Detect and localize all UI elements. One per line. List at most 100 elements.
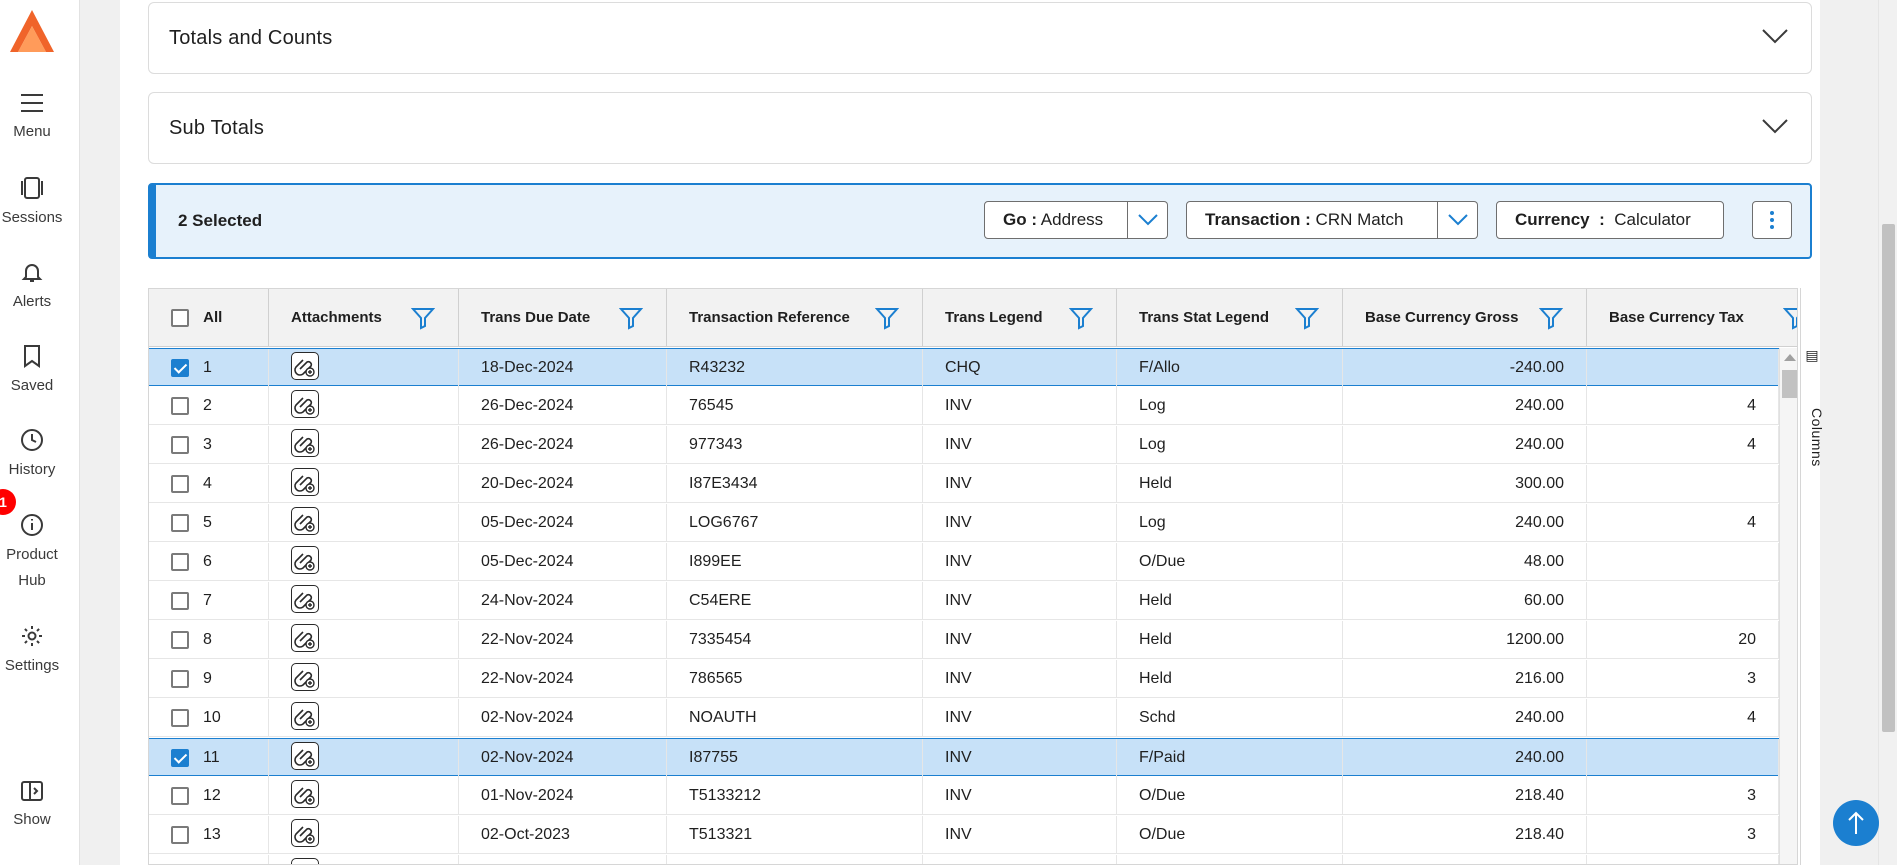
- currency-calculator-button[interactable]: Currency : Calculator: [1496, 201, 1724, 239]
- attachment-add-icon[interactable]: [291, 468, 319, 497]
- filter-icon[interactable]: [619, 306, 643, 330]
- sidebar-item-menu[interactable]: Menu: [0, 92, 64, 145]
- filter-icon[interactable]: [411, 306, 435, 330]
- row-checkbox[interactable]: [171, 552, 189, 571]
- table-row[interactable]: 12 01-Nov-2024 T5133212 INV O/Due 218.40 3: [149, 777, 1779, 815]
- table-row[interactable]: 14 04-Aug-2019123598INVSchd240.004: [149, 855, 1779, 864]
- transaction-dropdown[interactable]: Transaction : CRN Match: [1186, 201, 1478, 239]
- sidebar-item-label: Menu: [13, 123, 51, 140]
- row-select-cell: 12: [149, 777, 269, 815]
- transaction-caret[interactable]: [1438, 201, 1478, 239]
- scroll-up-arrow-icon[interactable]: [1784, 354, 1796, 361]
- page-scroll-thumb[interactable]: [1882, 224, 1895, 732]
- go-address-dropdown[interactable]: Go : Address: [984, 201, 1168, 239]
- header-trans-stat-legend[interactable]: Trans Stat Legend: [1117, 289, 1343, 347]
- base-currency-gross-cell: 216.00: [1343, 660, 1587, 698]
- row-checkbox[interactable]: [171, 474, 189, 493]
- row-checkbox[interactable]: [171, 669, 189, 688]
- row-number: 11: [203, 749, 220, 766]
- header-trans-due-date[interactable]: Trans Due Date: [459, 289, 667, 347]
- table-row[interactable]: 9 22-Nov-2024 786565 INV Held 216.00 3: [149, 660, 1779, 698]
- attachment-add-icon[interactable]: [291, 819, 319, 848]
- filter-icon[interactable]: [1295, 306, 1319, 330]
- table-row[interactable]: 8 22-Nov-2024 7335454 INV Held 1200.00 20: [149, 621, 1779, 659]
- table-row[interactable]: 2 26-Dec-2024 76545 INV Log 240.00 4: [149, 387, 1779, 425]
- attachment-add-icon[interactable]: [291, 585, 319, 614]
- header-trans-legend[interactable]: Trans Legend: [923, 289, 1117, 347]
- table-row[interactable]: 3 26-Dec-2024 977343 INV Log 240.00 4: [149, 426, 1779, 464]
- sidebar-item-sessions[interactable]: Sessions: [0, 176, 64, 231]
- transaction-reference-cell: T513321: [667, 816, 923, 854]
- columns-side-tab[interactable]: ▤ Columns: [1800, 288, 1825, 865]
- filter-icon[interactable]: [875, 306, 899, 330]
- transaction-crn-match-button[interactable]: Transaction : CRN Match: [1186, 201, 1438, 239]
- row-checkbox[interactable]: [171, 513, 189, 532]
- row-checkbox[interactable]: [171, 358, 189, 377]
- chevron-down-icon[interactable]: [1761, 117, 1789, 135]
- sidebar: Menu Sessions Alerts Saved History 1 Pro…: [0, 0, 80, 865]
- attachment-add-icon[interactable]: [291, 390, 319, 419]
- sidebar-item-saved[interactable]: Saved: [0, 344, 64, 399]
- header-base-currency-gross[interactable]: Base Currency Gross: [1343, 289, 1587, 347]
- attachment-add-icon[interactable]: [291, 546, 319, 575]
- row-checkbox[interactable]: [171, 396, 189, 415]
- grid-scroll-thumb[interactable]: [1782, 370, 1797, 398]
- attachment-add-icon[interactable]: [291, 780, 319, 809]
- table-row[interactable]: 6 05-Dec-2024 I899EE INV O/Due 48.00: [149, 543, 1779, 581]
- transaction-reference-cell: 786565: [667, 660, 923, 698]
- table-row[interactable]: 11 02-Nov-2024 I87755 INV F/Paid 240.00: [149, 738, 1779, 777]
- go-address-caret[interactable]: [1128, 201, 1168, 239]
- table-row[interactable]: 4 20-Dec-2024 I87E3434 INV Held 300.00: [149, 465, 1779, 503]
- trans-stat-legend-cell: O/Due: [1117, 543, 1343, 581]
- table-row[interactable]: 7 24-Nov-2024 C54ERE INV Held 60.00: [149, 582, 1779, 620]
- select-all-checkbox[interactable]: [171, 309, 189, 328]
- attachment-add-icon[interactable]: [291, 507, 319, 536]
- attachment-add-icon[interactable]: [291, 624, 319, 653]
- sidebar-item-history[interactable]: History: [0, 428, 64, 483]
- back-to-top-button[interactable]: [1833, 800, 1879, 846]
- go-address-button[interactable]: Go : Address: [984, 201, 1128, 239]
- sidebar-item-settings[interactable]: Settings: [0, 624, 64, 679]
- page-scrollbar[interactable]: [1878, 0, 1897, 865]
- header-label: Trans Due Date: [481, 309, 591, 326]
- table-row[interactable]: 13 02-Oct-2023 T513321 INV O/Due 218.40 3: [149, 816, 1779, 854]
- header-transaction-reference[interactable]: Transaction Reference: [667, 289, 923, 347]
- filter-icon[interactable]: [1539, 306, 1563, 330]
- sidebar-item-alerts[interactable]: Alerts: [0, 260, 64, 315]
- attachment-add-icon[interactable]: [291, 352, 319, 381]
- transaction-value: CRN Match: [1315, 210, 1404, 229]
- attachment-add-icon[interactable]: [291, 429, 319, 458]
- attachment-add-icon[interactable]: [291, 742, 319, 771]
- sidebar-item-show[interactable]: Show: [0, 780, 64, 833]
- totals-and-counts-panel[interactable]: Totals and Counts: [148, 2, 1812, 74]
- table-row[interactable]: 1 18-Dec-2024 R43232 CHQ F/Allo -240.00: [149, 348, 1779, 387]
- trans-due-date-cell: 20-Dec-2024: [459, 465, 667, 503]
- grid-scrollbar[interactable]: [1779, 348, 1797, 864]
- sidebar-item-product-hub[interactable]: 1 Product Hub: [0, 489, 64, 594]
- sub-totals-panel[interactable]: Sub Totals: [148, 92, 1812, 164]
- row-checkbox[interactable]: [171, 825, 189, 844]
- attachment-add-icon[interactable]: [291, 858, 319, 864]
- row-number: 10: [203, 709, 221, 726]
- filter-icon[interactable]: [1783, 306, 1798, 330]
- more-actions-button[interactable]: [1752, 201, 1792, 239]
- header-base-currency-tax[interactable]: Base Currency Tax: [1587, 289, 1798, 347]
- base-currency-gross-cell: 240.00: [1343, 426, 1587, 464]
- row-checkbox[interactable]: [171, 708, 189, 727]
- table-row[interactable]: 10 02-Nov-2024 NOAUTH INV Schd 240.00 4: [149, 699, 1779, 737]
- trans-stat-legend-cell: Log: [1117, 504, 1343, 542]
- header-attachments[interactable]: Attachments: [269, 289, 459, 347]
- row-number: 3: [203, 436, 212, 453]
- table-row[interactable]: 5 05-Dec-2024 LOG6767 INV Log 240.00 4: [149, 504, 1779, 542]
- transaction-reference-cell: LOG6767: [667, 504, 923, 542]
- row-checkbox[interactable]: [171, 786, 189, 805]
- row-checkbox[interactable]: [171, 435, 189, 454]
- row-checkbox[interactable]: [171, 630, 189, 649]
- attachment-add-icon[interactable]: [291, 663, 319, 692]
- row-checkbox[interactable]: [171, 591, 189, 610]
- chevron-down-icon[interactable]: [1761, 27, 1789, 45]
- attachment-add-icon[interactable]: [291, 702, 319, 731]
- filter-icon[interactable]: [1069, 306, 1093, 330]
- app-logo[interactable]: [8, 10, 56, 52]
- row-checkbox[interactable]: [171, 748, 189, 767]
